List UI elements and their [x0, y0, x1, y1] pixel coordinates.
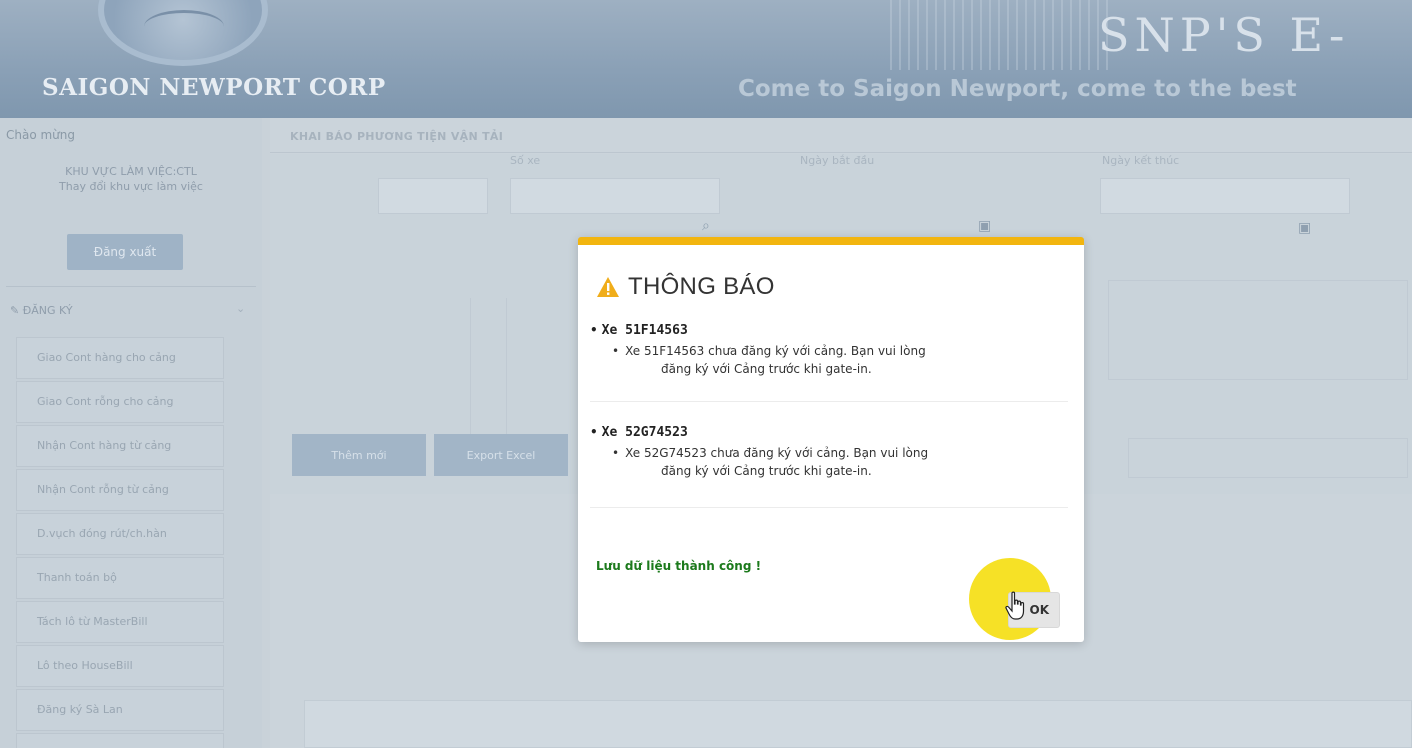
result-area — [1128, 438, 1408, 478]
register-section-header[interactable]: ✎ ĐĂNG KÝ — [10, 304, 73, 317]
hand-pointer-icon — [1005, 591, 1025, 620]
sidebar-item[interactable]: Nhận Cont rỗng từ cảng — [16, 469, 224, 511]
message-item: • Xe 51F14563 • Xe 51F14563 chưa đăng ký v… — [590, 323, 1070, 378]
column-header-end-date: Ngày kết thúc — [1102, 154, 1180, 167]
chevron-down-icon[interactable]: ⌄ — [236, 302, 245, 315]
dialog-header: THÔNG BÁO — [596, 273, 775, 301]
workspace-title: KHU VỰC LÀM VIỆC:CTL — [65, 165, 197, 178]
export-excel-button[interactable]: Export Excel — [434, 434, 568, 476]
sidebar-item[interactable]: Lô theo HouseBill — [16, 645, 224, 687]
message-text: • Xe 52G74523 chưa đăng ký với cảng. Bạn … — [612, 444, 1070, 480]
notification-dialog: THÔNG BÁO • Xe 51F14563 • Xe 51F14563 chưa… — [578, 237, 1084, 642]
title-divider — [270, 152, 1412, 153]
message-text: • Xe 51F14563 chưa đăng ký với cảng. Bạn … — [612, 342, 1070, 378]
sidebar-item[interactable]: Giao Cont rỗng cho cảng — [16, 381, 224, 423]
message-line: đăng ký với Cảng trước khi gate-in. — [661, 464, 872, 478]
end-date-input[interactable] — [1100, 178, 1350, 214]
column-header-start-date: Ngày bắt đầu — [800, 154, 875, 167]
page-title: KHAI BÁO PHƯƠNG TIỆN VẬN TẢI — [290, 130, 504, 143]
success-message: Lưu dữ liệu thành công ! — [596, 559, 762, 573]
message-item: • Xe 52G74523 • Xe 52G74523 chưa đăng ký v… — [590, 425, 1070, 480]
message-line: đăng ký với Cảng trước khi gate-in. — [661, 362, 872, 376]
filter-input[interactable] — [378, 178, 488, 214]
sidebar-item[interactable]: D.vụch đóng rút/ch.hàn — [16, 513, 224, 555]
message-divider — [590, 507, 1068, 508]
logout-button[interactable]: Đăng xuất — [67, 234, 183, 270]
message-divider — [590, 401, 1068, 402]
company-logo — [98, 0, 268, 66]
header-title: SNP'S E- — [1098, 8, 1350, 62]
sidebar-item[interactable]: Tách lô từ MasterBill — [16, 601, 224, 643]
result-area — [1108, 280, 1408, 380]
warning-triangle-icon — [597, 277, 619, 297]
search-icon[interactable]: ⌕ — [702, 218, 710, 234]
sidebar-item[interactable]: Thanh toán bộ — [16, 557, 224, 599]
sidebar-item[interactable]: Khai báo phương tiện vận — [16, 733, 224, 748]
workspace-info: KHU VỰC LÀM VIỆC:CTL Thay đổi khu vực là… — [0, 164, 262, 194]
add-new-button[interactable]: Thêm mới — [292, 434, 426, 476]
sidebar-menu: Giao Cont hàng cho cảng Giao Cont rỗng c… — [16, 337, 224, 748]
calendar-icon[interactable]: ▣ — [978, 218, 991, 234]
header-slogan: Come to Saigon Newport, come to the best — [738, 76, 1297, 102]
vehicle-id: Xe 51F14563 — [601, 323, 688, 338]
grid-column — [506, 298, 586, 448]
sidebar-item[interactable]: Nhận Cont hàng từ cảng — [16, 425, 224, 467]
app-header: SAIGON NEWPORT CORP SNP'S E- Come to Sai… — [0, 0, 1412, 118]
edit-icon: ✎ — [10, 304, 23, 317]
workspace-change-link[interactable]: Thay đổi khu vực làm việc — [0, 179, 262, 194]
message-vehicle: • Xe 52G74523 — [590, 425, 688, 440]
column-header-vehicle: Số xe — [510, 154, 541, 167]
bottom-panel — [304, 700, 1412, 748]
message-line: Xe 52G74523 chưa đăng ký với cảng. Bạn v… — [625, 446, 929, 460]
brand-name: SAIGON NEWPORT CORP — [42, 74, 386, 101]
sidebar-item[interactable]: Đăng ký Sà Lan — [16, 689, 224, 731]
sidebar-item[interactable]: Giao Cont hàng cho cảng — [16, 337, 224, 379]
calendar-icon[interactable]: ▣ — [1298, 220, 1311, 236]
dialog-title: THÔNG BÁO — [628, 273, 775, 300]
header-decoration — [890, 0, 1110, 70]
message-line: Xe 51F14563 chưa đăng ký với cảng. Bạn v… — [625, 344, 926, 358]
sidebar: Chào mừng KHU VỰC LÀM VIỆC:CTL Thay đổi … — [0, 118, 262, 748]
welcome-text: Chào mừng — [6, 128, 76, 142]
vehicle-id: Xe 52G74523 — [601, 425, 688, 440]
register-section-label: ĐĂNG KÝ — [22, 304, 73, 317]
vehicle-filter-input[interactable] — [510, 178, 720, 214]
message-vehicle: • Xe 51F14563 — [590, 323, 688, 338]
sidebar-divider — [6, 286, 256, 287]
